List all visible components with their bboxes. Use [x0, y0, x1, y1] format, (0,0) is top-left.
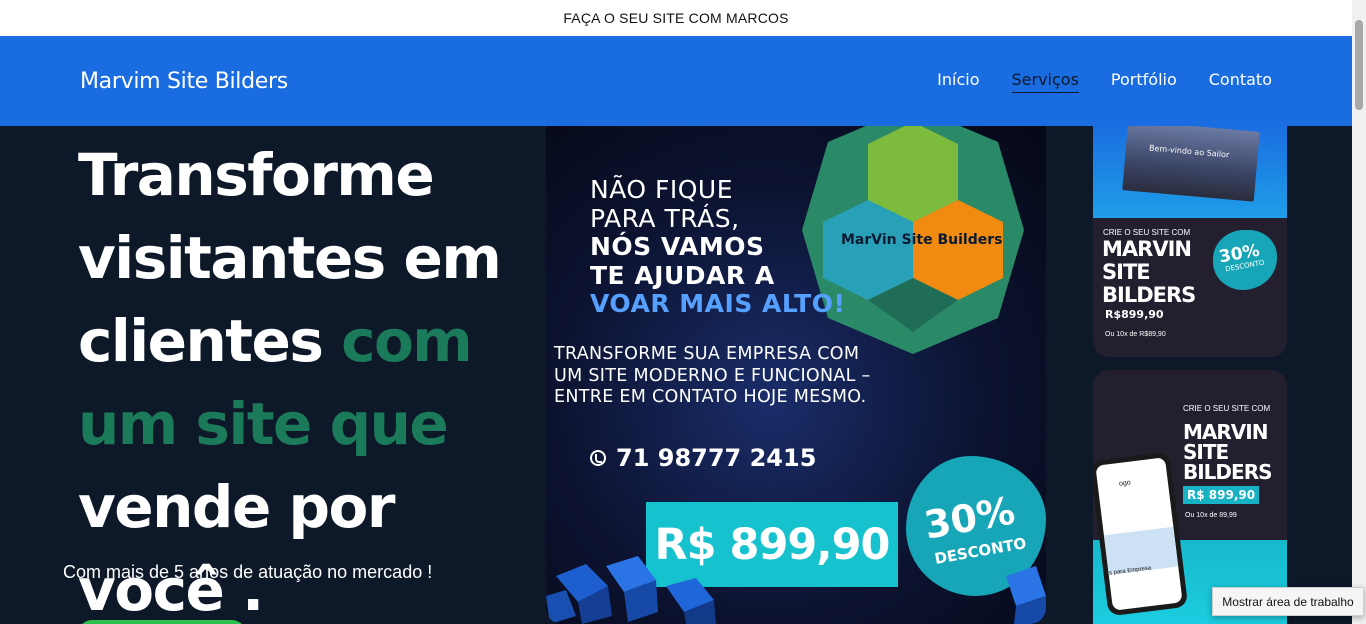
card2-big-line: MARVIN — [1183, 420, 1268, 444]
banner-title-line: NÃO FIQUE — [590, 175, 734, 204]
banner-desc-line: TRANSFORME SUA EMPRESA COM — [554, 344, 860, 364]
card1-price: R$899,90 — [1105, 308, 1164, 321]
phone-screen-title: ogo — [1118, 479, 1132, 488]
site-header: Marvim Site Bilders Início Serviços Port… — [0, 36, 1352, 126]
cta-button[interactable] — [78, 620, 246, 624]
smartphone-mockup-icon — [1093, 451, 1189, 617]
banner-title-line: PARA TRÁS, — [590, 203, 740, 233]
headline-part-2: vende por você . — [78, 473, 395, 624]
card2-big-text: MARVIN SITE BILDERS — [1183, 422, 1272, 482]
banner-logo-text: MarVin Site Builders — [841, 232, 1003, 248]
phone-icon — [590, 450, 606, 466]
banner-description: TRANSFORME SUA EMPRESA COM UM SITE MODER… — [554, 344, 871, 409]
blue-cubes-decoration-icon — [546, 556, 716, 624]
brand-logo[interactable]: Marvim Site Bilders — [80, 69, 288, 94]
banner-desc-line: UM SITE MODERNO E FUNCIONAL – — [554, 365, 871, 386]
scrollbar-thumb[interactable] — [1355, 20, 1363, 110]
card1-small-text: CRIE O SEU SITE COM — [1103, 228, 1191, 237]
hero-subtitle: Com mais de 5 anos de atuação no mercado… — [63, 562, 433, 582]
card1-big-line: BILDERS — [1102, 283, 1196, 307]
card1-installments: Ou 10x de R$89,90 — [1105, 331, 1166, 338]
card2-small-text: CRIE O SEU SITE COM — [1183, 404, 1271, 413]
promo-card-1[interactable]: Bem-vindo ao Sailor CRIE O SEU SITE COM … — [1093, 126, 1287, 357]
banner-phone: 71 98777 2415 — [590, 444, 816, 472]
card2-price: R$ 899,90 — [1183, 486, 1260, 504]
card1-big-text: MARVIN SITE BILDERS — [1102, 237, 1196, 307]
card1-big-line: MARVIN — [1102, 237, 1192, 261]
banner-title-line: TE AJUDAR A — [590, 260, 775, 290]
page-scrollbar[interactable] — [1352, 0, 1366, 624]
announcement-bar: FAÇA O SEU SITE COM MARCOS — [0, 0, 1352, 36]
hero-section: Transforme visitantes em clientes com um… — [0, 126, 1352, 624]
nav-link-servicos[interactable]: Serviços — [1011, 70, 1079, 93]
banner-desc-line: ENTRE EM CONTATO HOJE MESMO. — [554, 387, 867, 407]
nav-link-portfolio[interactable]: Portfólio — [1111, 70, 1177, 93]
banner-title-line: NÓS VAMOS — [590, 232, 765, 261]
banner-phone-number: 71 98777 2415 — [616, 444, 817, 472]
promo-card-2[interactable]: CRIE O SEU SITE COM MARVIN SITE BILDERS … — [1093, 370, 1287, 624]
banner-title-highlight: VOAR MAIS ALTO! — [590, 289, 846, 318]
nav-link-inicio[interactable]: Início — [937, 70, 979, 93]
card2-big-line: BILDERS — [1183, 460, 1272, 484]
website-preview-image — [1122, 126, 1260, 202]
announcement-text: FAÇA O SEU SITE COM MARCOS — [563, 10, 789, 26]
banner-title: NÃO FIQUE PARA TRÁS, NÓS VAMOS TE AJUDAR… — [590, 175, 846, 319]
blue-cube-right-icon — [1006, 566, 1046, 624]
card2-big-line: SITE — [1183, 440, 1229, 464]
nav-link-contato[interactable]: Contato — [1209, 70, 1272, 93]
hero-headline: Transforme visitantes em clientes com um… — [78, 134, 548, 624]
show-desktop-tooltip: Mostrar área de trabalho — [1212, 587, 1364, 616]
promo-banner: MarVin Site Builders NÃO FIQUE PARA TRÁS… — [546, 126, 1046, 624]
main-nav: Início Serviços Portfólio Contato — [937, 70, 1272, 93]
card2-installments: Ou 10x de 89,99 — [1185, 512, 1237, 519]
card1-big-line: SITE — [1102, 260, 1151, 284]
